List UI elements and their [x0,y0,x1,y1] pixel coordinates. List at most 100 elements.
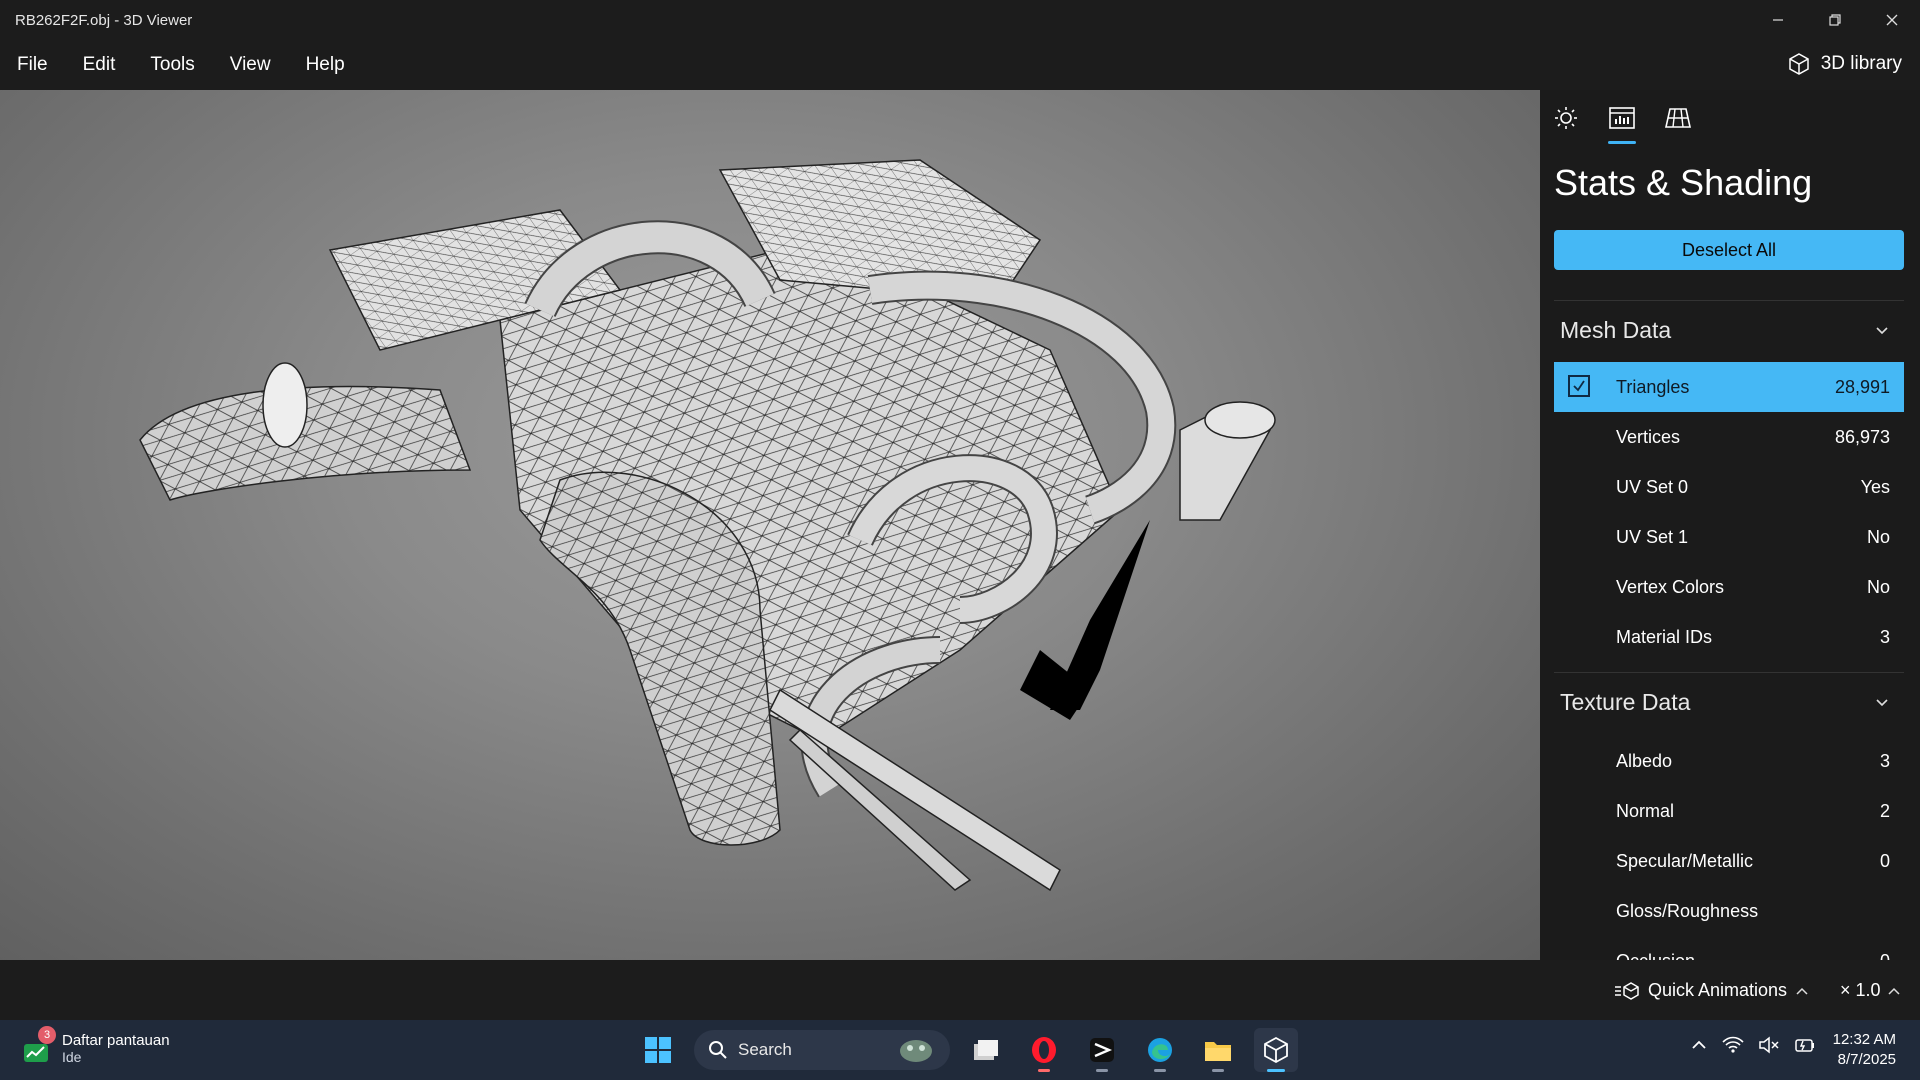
widget-title: Daftar pantauan [62,1031,170,1049]
3d-library-button[interactable]: 3D library [1787,52,1902,76]
widget-text: Daftar pantauan Ide [62,1032,170,1065]
texture-row-albedo[interactable]: Albedo 3 [1554,736,1904,786]
restore-button[interactable] [1806,0,1863,40]
opera-browser-icon [1032,1037,1056,1063]
edge-browser-icon [1148,1038,1172,1062]
row-value: No [1866,576,1890,597]
stock-watchlist-widget[interactable]: 3 Daftar pantauan Ide [22,1026,170,1068]
menu-view[interactable]: View [230,54,271,76]
quick-animations-button[interactable]: Quick Animations [1614,980,1809,1001]
row-value: 3 [1879,750,1890,771]
row-label: Vertices [1616,426,1681,447]
system-tray [1690,1036,1816,1054]
row-label: Vertex Colors [1616,576,1725,597]
3d-viewer-icon [1264,1036,1288,1064]
texture-data-heading: Texture Data [1560,688,1691,715]
task-view-icon [974,1040,998,1060]
minimize-button[interactable] [1749,0,1806,40]
animation-bar: Quick Animations × 1.0 [0,960,1920,1020]
cube-icon [1788,53,1809,75]
row-value: 3 [1879,626,1890,647]
row-label: Gloss/Roughness [1616,900,1759,921]
chevron-up-icon [1888,987,1900,995]
window-title: RB262F2F.obj - 3D Viewer [15,11,193,29]
speed-label: × 1.0 [1840,980,1881,1000]
taskbar-3d-viewer[interactable] [1254,1028,1298,1072]
texture-row-specular[interactable]: Specular/Metallic 0 [1554,836,1904,886]
volume-muted-icon[interactable] [1758,1036,1780,1054]
row-label: UV Set 1 [1616,526,1689,547]
taskbar-task-view[interactable] [964,1028,1008,1072]
taskbar-opera[interactable] [1022,1028,1066,1072]
clock-time: 12:32 AM [1832,1031,1896,1048]
row-value: 0 [1880,951,1890,961]
mesh-row-triangles[interactable]: Triangles 28,991 [1554,362,1904,412]
texture-row-occlusion[interactable]: Occlusion 0 [1554,936,1904,961]
folder-icon [1205,1042,1231,1061]
speed-selector[interactable]: × 1.0 [1840,980,1901,1001]
close-button[interactable] [1863,0,1920,40]
taskbar-apps: Search [636,1028,1298,1072]
tab-mesh-grid[interactable] [1664,104,1692,132]
wifi-icon[interactable] [1722,1036,1744,1054]
taskbar: 3 Daftar pantauan Ide Search 12:32 AM 8/… [0,1020,1920,1080]
menu-help[interactable]: Help [306,54,345,76]
running-indicator [1096,1069,1108,1072]
tab-lighting[interactable] [1552,104,1580,132]
window-controls [1749,0,1920,40]
taskbar-capcut[interactable] [1080,1028,1124,1072]
mesh-data-header[interactable]: Mesh Data [1560,310,1904,350]
running-indicator [1038,1069,1050,1072]
texture-data-header[interactable]: Texture Data [1560,682,1904,722]
divider [1554,672,1904,673]
start-button[interactable] [636,1028,680,1072]
mesh-row-uvset0[interactable]: UV Set 0 Yes [1554,462,1904,512]
stats-shading-panel: Stats & Shading Deselect All Mesh Data T… [1540,90,1920,960]
engine-wireframe-model [139,159,1276,892]
menu-bar: File Edit Tools View Help [0,40,1920,90]
chevron-up-icon[interactable] [1690,1036,1708,1054]
panel-tabs [1552,104,1692,144]
row-label: Triangles [1616,376,1690,397]
row-value: No [1866,526,1890,547]
close-icon [1886,14,1897,26]
texture-row-gloss[interactable]: Gloss/Roughness [1554,886,1904,936]
running-indicator [1267,1069,1285,1072]
menu-tools[interactable]: Tools [150,54,194,76]
row-label: Albedo [1616,750,1673,771]
tab-stats[interactable] [1608,104,1636,144]
taskbar-search[interactable]: Search [694,1030,950,1070]
row-label: Occlusion [1616,951,1695,961]
texture-row-normal[interactable]: Normal 2 [1554,786,1904,836]
3d-viewport[interactable] [0,90,1540,960]
windows-logo-icon [645,1037,671,1063]
mesh-data-heading: Mesh Data [1560,316,1672,343]
title-bar: RB262F2F.obj - 3D Viewer [0,0,1920,40]
menu-file[interactable]: File [17,54,48,76]
quick-animations-label: Quick Animations [1648,980,1788,1000]
panel-title: Stats & Shading [1554,162,1813,203]
row-value: 2 [1879,800,1890,821]
divider [1554,300,1904,301]
chevron-up-icon [1796,987,1808,995]
row-label: Specular/Metallic [1616,850,1754,871]
stats-icon [1609,107,1635,129]
grid-icon [1665,108,1691,128]
deselect-all-button[interactable]: Deselect All [1554,230,1904,270]
search-highlight-icon [900,1040,932,1062]
mesh-row-material-ids[interactable]: Material IDs 3 [1554,612,1904,662]
mesh-row-uvset1[interactable]: UV Set 1 No [1554,512,1904,562]
taskbar-file-explorer[interactable] [1196,1028,1240,1072]
menu-edit[interactable]: Edit [83,54,116,76]
chevron-down-icon [1876,699,1888,707]
notification-badge: 3 [38,1026,56,1044]
mesh-row-vertices[interactable]: Vertices 86,973 [1554,412,1904,462]
running-indicator [1212,1069,1224,1072]
clock[interactable]: 12:32 AM 8/7/2025 [1833,1030,1896,1070]
battery-icon[interactable] [1794,1036,1816,1054]
checkbox[interactable] [1568,375,1590,397]
capcut-icon [1090,1038,1114,1062]
taskbar-edge[interactable] [1138,1028,1182,1072]
clock-date: 8/7/2025 [1837,1051,1896,1068]
mesh-row-vertex-colors[interactable]: Vertex Colors No [1554,562,1904,612]
